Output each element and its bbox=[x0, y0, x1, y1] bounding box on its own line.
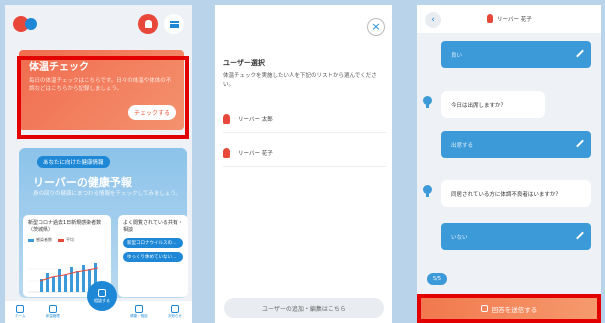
user-name: リーバー 花子 bbox=[238, 150, 273, 157]
close-button[interactable]: × bbox=[367, 18, 385, 36]
bar bbox=[64, 275, 67, 292]
chat-header: ‹ リーバー 花子 bbox=[417, 5, 601, 33]
legend-cases: 感染者数 bbox=[28, 237, 52, 243]
user-select-screen: × ユーザー選択 体温チェックを実施したい人を下記のリストから選んでください。 … bbox=[215, 5, 392, 323]
nav-health[interactable]: 健康・相談 bbox=[130, 305, 148, 319]
consult-fab-button[interactable]: 相談する bbox=[87, 281, 117, 311]
edit-pencil-icon[interactable] bbox=[576, 49, 584, 58]
edit-pencil-icon[interactable] bbox=[576, 231, 584, 240]
bot-avatar-icon bbox=[423, 96, 432, 108]
nav-news[interactable]: お知らせ bbox=[168, 305, 182, 319]
forecast-tag: あなたに向けた健康情報 bbox=[37, 156, 110, 168]
add-edit-users-button[interactable]: ユーザーの追加・編集はこちら bbox=[224, 298, 384, 318]
bar bbox=[70, 267, 73, 292]
send-icon bbox=[480, 305, 488, 312]
document-icon bbox=[170, 305, 179, 313]
popular-read-item[interactable]: 新型コロナウイルスの… bbox=[123, 238, 183, 248]
user-name: リーバー 太郎 bbox=[238, 116, 273, 123]
home-icon bbox=[16, 305, 25, 313]
bar bbox=[58, 269, 61, 292]
bar bbox=[76, 271, 79, 292]
user-avatar-icon bbox=[223, 147, 230, 158]
user-select-description: 体温チェックを実施したい人を下記のリストから選んでください。 bbox=[223, 73, 377, 88]
legend-average: 平均 bbox=[58, 237, 74, 243]
chat-user-name: リーバー 花子 bbox=[497, 16, 532, 23]
popular-reads-card[interactable]: よく閲覧されている共有・相談 新型コロナウイルスの… ゆっくり休めていない… bbox=[118, 215, 188, 297]
progress-badge: 5/5 bbox=[427, 273, 448, 285]
user-row[interactable]: リーバー 花子 bbox=[223, 139, 386, 167]
questionnaire-screen: ‹ リーバー 花子 良い 今日は出席しますか？ 出席する 同居されている方に体調… bbox=[417, 5, 601, 323]
top-bar bbox=[5, 5, 192, 43]
answer-bubble[interactable]: いない bbox=[441, 223, 591, 250]
user-select-title: ユーザー選択 bbox=[223, 59, 265, 67]
bell-icon[interactable] bbox=[138, 14, 158, 34]
bar bbox=[46, 273, 49, 292]
user-row[interactable]: リーバー 太郎 bbox=[223, 105, 386, 133]
question-bubble: 同居されている方に体調不良者はいますか？ bbox=[441, 180, 591, 207]
popular-read-item[interactable]: ゆっくり休めていない… bbox=[123, 252, 183, 262]
answer-bubble[interactable]: 良い bbox=[441, 41, 591, 68]
forecast-title: リーバーの健康予報 bbox=[33, 176, 132, 189]
answer-bubble[interactable]: 出席する bbox=[441, 131, 591, 158]
menu-icon[interactable] bbox=[164, 14, 184, 34]
submit-answers-button[interactable]: 回答を送信する bbox=[417, 294, 601, 323]
app-logo bbox=[13, 16, 37, 32]
chart-legend: 感染者数 平均 bbox=[28, 237, 106, 243]
question-bubble: 今日は出席しますか？ bbox=[441, 91, 545, 118]
forecast-subtitle: 身の回りの健康にまつわる情報をチェックしてみましょう。 bbox=[33, 191, 182, 197]
bar bbox=[52, 277, 55, 292]
back-button[interactable]: ‹ bbox=[425, 12, 441, 28]
edit-pencil-icon[interactable] bbox=[576, 139, 584, 148]
person-icon bbox=[48, 305, 57, 313]
health-forecast-card: あなたに向けた健康情報 リーバーの健康予報 身の回りの健康にまつわる情報をチェッ… bbox=[19, 148, 188, 298]
home-screen: 体温チェック 毎日の体温チェックはこちらです。日々の体温や体体の不調などはこちら… bbox=[5, 5, 192, 323]
chat-user: リーバー 花子 bbox=[487, 14, 532, 23]
highlight-frame bbox=[17, 56, 189, 139]
top-icons bbox=[138, 14, 184, 34]
infection-chart-title: 新型コロナ過去1日新規感染者数（茨城県） bbox=[28, 220, 102, 233]
bot-avatar-icon bbox=[423, 185, 432, 197]
popular-reads-title: よく閲覧されている共有・相談 bbox=[123, 220, 183, 233]
logo-blue-circle bbox=[25, 18, 37, 30]
user-avatar-icon bbox=[223, 113, 230, 124]
bar bbox=[82, 265, 85, 292]
nav-home[interactable]: ホーム bbox=[15, 305, 26, 319]
calendar-icon bbox=[134, 305, 143, 313]
nav-temperature[interactable]: 体温管理 bbox=[46, 305, 60, 319]
chat-icon bbox=[98, 288, 106, 297]
user-avatar-icon bbox=[487, 14, 493, 23]
